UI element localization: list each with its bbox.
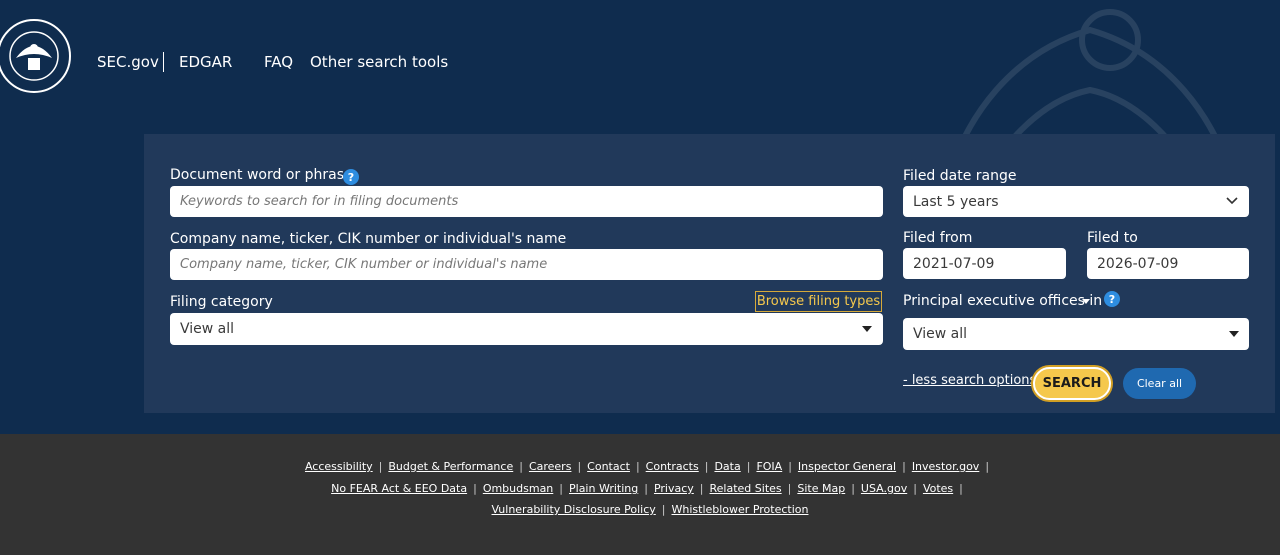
filed-date-range-select[interactable]: Last 5 years (903, 186, 1249, 217)
footer-link-whistleblower-protection[interactable]: Whistleblower Protection (672, 503, 809, 516)
caret-down-icon (862, 326, 872, 332)
search-button[interactable]: SEARCH (1033, 367, 1111, 400)
document-word-label: Document word or phrase (170, 167, 353, 183)
footer-link-usa-gov[interactable]: USA.gov (861, 482, 907, 495)
browse-filing-types-button[interactable]: Browse filing types (755, 291, 882, 312)
footer-link-budget-performance[interactable]: Budget & Performance (388, 460, 513, 473)
footer-link-data[interactable]: Data (714, 460, 740, 473)
footer-links-row-2: No FEAR Act & EEO Data | Ombudsman | Plain… (331, 482, 963, 495)
footer-link-vulnerability-disclosure[interactable]: Vulnerability Disclosure Policy (492, 503, 656, 516)
principal-offices-select[interactable]: View all (903, 318, 1249, 350)
nav-other-search-tools-link[interactable]: Other search tools (310, 53, 448, 71)
nav-faq-link[interactable]: FAQ (264, 53, 293, 71)
filed-to-input[interactable]: 2026-07-09 (1087, 248, 1249, 279)
footer-link-ombudsman[interactable]: Ombudsman (483, 482, 553, 495)
site-footer: Accessibility | Budget & Performance | Car… (0, 434, 1280, 555)
footer-link-no-fear-act[interactable]: No FEAR Act & EEO Data (331, 482, 467, 495)
principal-offices-label[interactable]: Principal executive offices in (903, 293, 1102, 309)
footer-links-row-3: Vulnerability Disclosure Policy | Whistle… (491, 503, 809, 516)
filed-date-range-label: Filed date range (903, 168, 1017, 184)
footer-link-careers[interactable]: Careers (529, 460, 572, 473)
document-word-input[interactable]: Keywords to search for in filing documen… (170, 186, 883, 217)
help-icon[interactable]: ? (1104, 291, 1120, 307)
footer-links-row-1: Accessibility | Budget & Performance | Car… (304, 460, 990, 473)
footer-link-site-map[interactable]: Site Map (797, 482, 845, 495)
footer-link-related-sites[interactable]: Related Sites (710, 482, 782, 495)
filing-category-label: Filing category (170, 294, 273, 310)
principal-offices-value: View all (913, 326, 968, 342)
footer-link-plain-writing[interactable]: Plain Writing (569, 482, 638, 495)
chevron-down-icon (1226, 197, 1238, 205)
footer-link-contracts[interactable]: Contracts (646, 460, 699, 473)
nav-edgar-link[interactable]: EDGAR (179, 53, 232, 71)
footer-link-inspector-general[interactable]: Inspector General (798, 460, 896, 473)
sec-seal-icon[interactable] (0, 12, 74, 100)
footer-link-investor-gov[interactable]: Investor.gov (912, 460, 980, 473)
filed-from-input[interactable]: 2021-07-09 (903, 248, 1066, 279)
footer-link-privacy[interactable]: Privacy (654, 482, 694, 495)
footer-link-contact[interactable]: Contact (587, 460, 630, 473)
filing-category-select[interactable]: View all (170, 313, 883, 345)
filed-to-label: Filed to (1087, 230, 1138, 246)
footer-link-votes[interactable]: Votes (923, 482, 953, 495)
nav-divider (163, 52, 164, 72)
clear-all-button[interactable]: Clear all (1123, 368, 1196, 399)
caret-down-icon (1229, 331, 1239, 337)
filed-date-range-value: Last 5 years (913, 193, 999, 210)
footer-link-accessibility[interactable]: Accessibility (305, 460, 373, 473)
footer-link-foia[interactable]: FOIA (756, 460, 782, 473)
less-search-options-link[interactable]: - less search options (903, 373, 1036, 388)
nav-sec-gov-link[interactable]: SEC.gov (97, 53, 159, 71)
filing-category-value: View all (180, 321, 235, 337)
company-name-input[interactable]: Company name, ticker, CIK number or indi… (170, 249, 883, 280)
filed-from-label: Filed from (903, 230, 973, 246)
help-icon[interactable]: ? (343, 169, 359, 185)
company-name-label: Company name, ticker, CIK number or indi… (170, 231, 567, 247)
caret-down-icon[interactable] (1082, 299, 1090, 304)
